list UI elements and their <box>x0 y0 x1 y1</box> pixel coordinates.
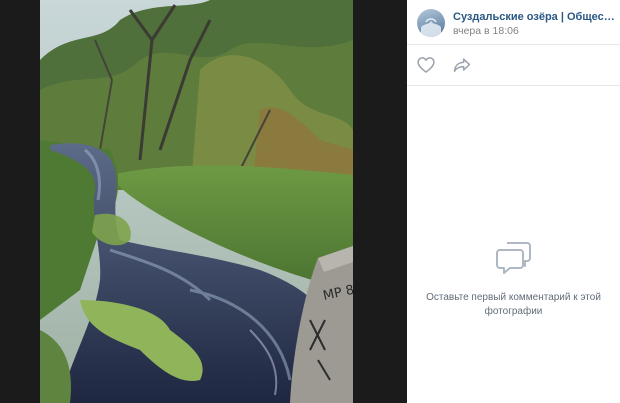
empty-comments-text: Оставьте первый комментарий к этой фотог… <box>426 292 601 317</box>
share-arrow-icon[interactable] <box>452 55 472 75</box>
comments-bubble-icon <box>495 238 533 276</box>
post-panel: Суздальские озёра | Общественн… вчера в … <box>407 0 620 403</box>
community-avatar[interactable] <box>417 9 445 37</box>
post-author-link[interactable]: Суздальские озёра | Общественн… <box>453 11 617 23</box>
heart-icon[interactable] <box>416 55 436 75</box>
post-actions <box>407 45 620 86</box>
photo-viewer: МР 8081 <box>0 0 407 403</box>
photo-image: МР 8081 <box>40 0 353 403</box>
post-date[interactable]: вчера в 18:06 <box>453 25 519 37</box>
post-header: Суздальские озёра | Общественн… вчера в … <box>407 0 620 45</box>
empty-comments: Оставьте первый комментарий к этой фотог… <box>407 238 620 318</box>
photo[interactable]: МР 8081 <box>40 0 353 403</box>
